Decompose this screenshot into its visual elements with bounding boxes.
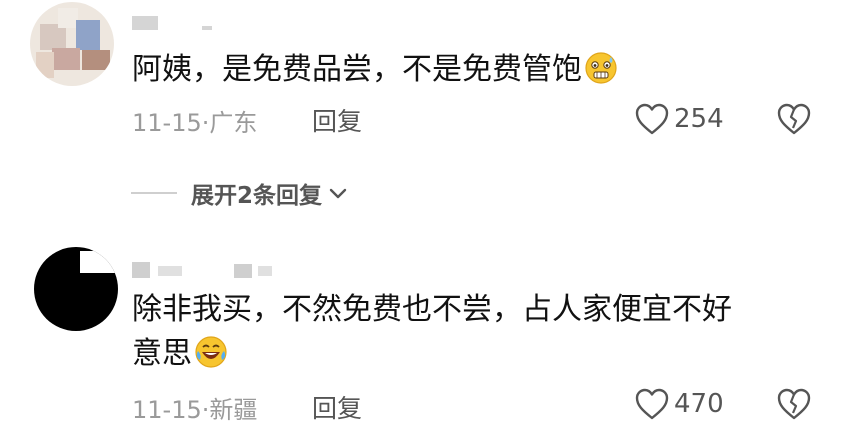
broken-heart-icon[interactable]	[776, 101, 812, 137]
username	[234, 264, 252, 278]
avatar[interactable]	[34, 247, 118, 331]
heart-outline-icon	[635, 388, 669, 420]
username	[158, 266, 182, 276]
comment-meta: 11-15·广东	[132, 109, 258, 137]
username[interactable]	[132, 262, 150, 278]
like-button[interactable]: 470	[634, 384, 724, 424]
broken-heart-icon[interactable]	[776, 386, 812, 422]
comment-text: 阿姨，是免费品尝，不是免费管饱	[132, 48, 618, 92]
rolling-laughing-face-icon	[194, 335, 228, 369]
reply-button[interactable]: 回复	[312, 102, 362, 138]
like-count: 254	[674, 104, 724, 134]
anxious-face-with-sweat-icon	[584, 51, 618, 85]
expand-replies-button[interactable]: 展开2条回复	[131, 176, 350, 210]
comment-text: 除非我买，不然免费也不尝，占人家便宜不好 意思	[132, 288, 732, 376]
username	[258, 266, 272, 276]
comment-text-line: 除非我买，不然免费也不尝，占人家便宜不好	[132, 292, 732, 327]
comment-text-content: 阿姨，是免费品尝，不是免费管饱	[132, 52, 582, 87]
like-count: 470	[674, 389, 724, 419]
heart-outline-icon	[635, 103, 669, 135]
avatar[interactable]	[30, 2, 114, 86]
reply-button[interactable]: 回复	[312, 389, 362, 425]
divider	[131, 192, 177, 194]
username[interactable]	[132, 16, 158, 30]
comment-text-line-2: 意思	[132, 332, 732, 376]
expand-replies-label: 展开2条回复	[191, 183, 323, 209]
comment-meta: 11-15·新疆	[132, 396, 258, 424]
username-tail	[202, 26, 212, 30]
chevron-down-icon	[329, 188, 347, 199]
like-button[interactable]: 254	[634, 99, 724, 139]
